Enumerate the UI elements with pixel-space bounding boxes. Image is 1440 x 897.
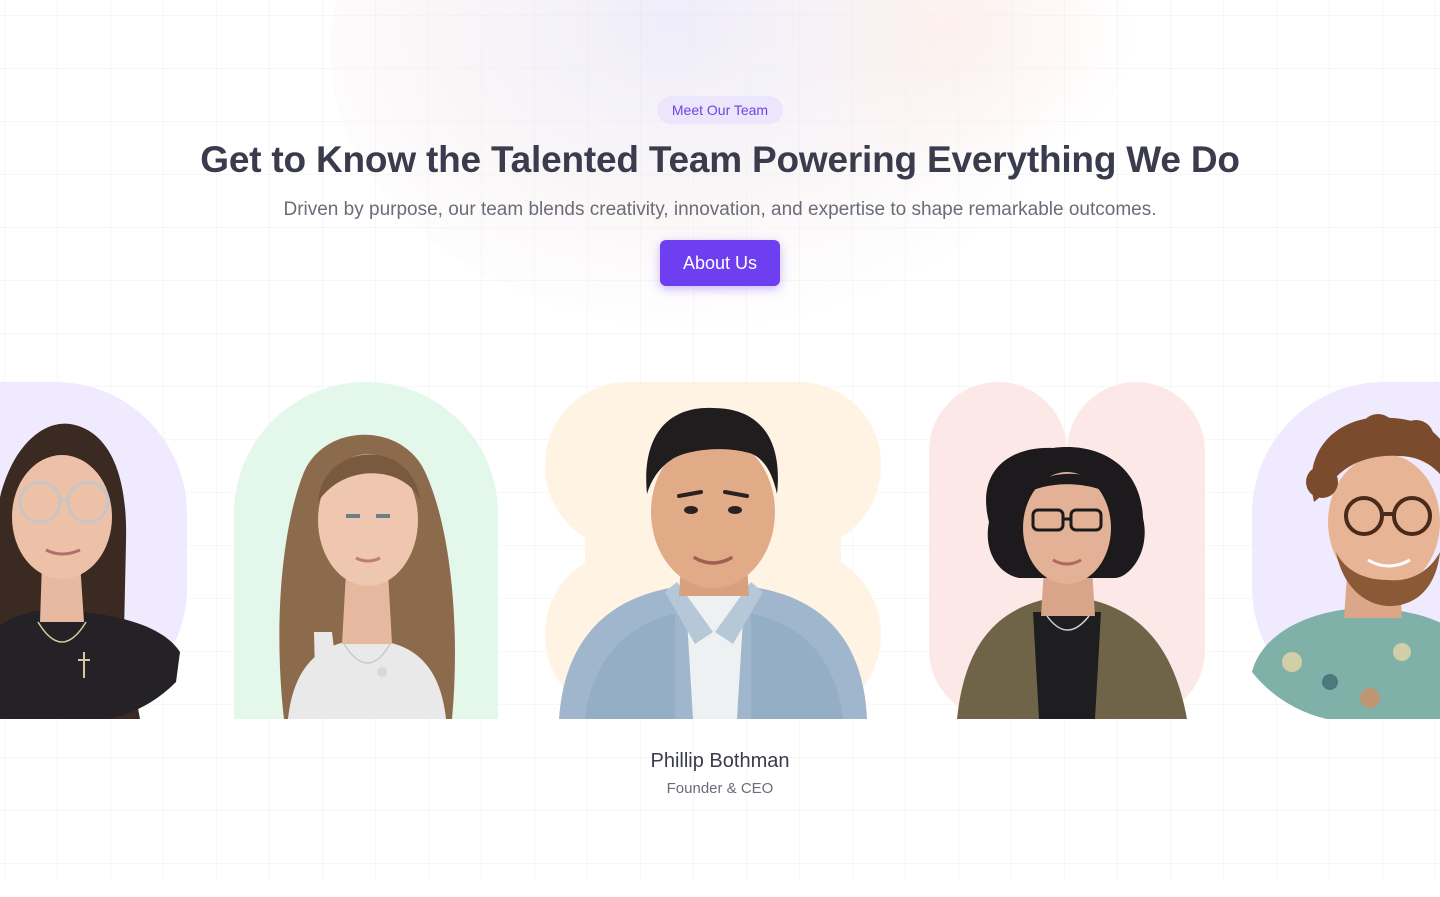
team-member-card-featured[interactable] (545, 382, 883, 719)
team-member-photo (545, 382, 882, 719)
member-role: Founder & CEO (666, 780, 774, 797)
member-name: Phillip Bothman (650, 750, 790, 772)
team-member-photo (1252, 382, 1440, 719)
about-us-button[interactable]: About Us (660, 240, 780, 286)
section-badge: Meet Our Team (657, 96, 783, 124)
team-member-photo (0, 382, 187, 719)
section-subtitle: Driven by purpose, our team blends creat… (283, 199, 1157, 220)
team-member-card[interactable] (234, 382, 500, 719)
team-member-card[interactable] (929, 382, 1207, 719)
team-member-photo (234, 382, 498, 719)
team-member-card[interactable] (1252, 382, 1440, 719)
team-member-card[interactable] (0, 382, 190, 719)
team-section: Meet Our Team Get to Know the Talented T… (0, 0, 1440, 897)
team-member-photo (929, 382, 1205, 719)
section-title: Get to Know the Talented Team Powering E… (200, 139, 1240, 180)
